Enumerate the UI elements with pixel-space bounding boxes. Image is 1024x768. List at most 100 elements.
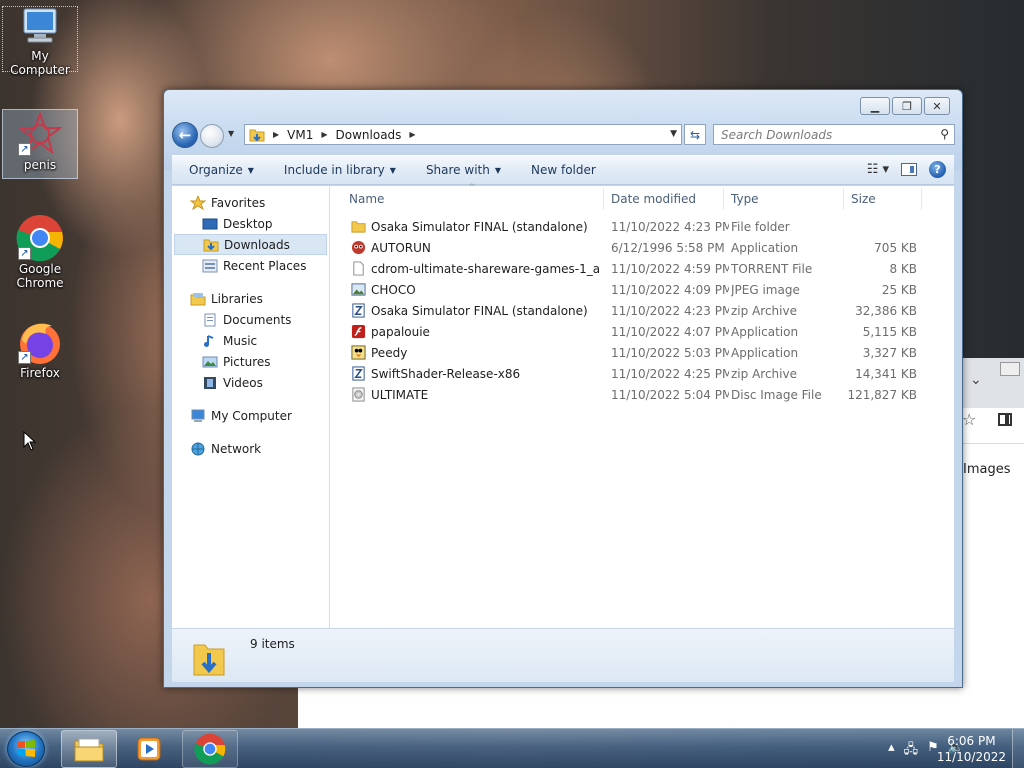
star-icon (189, 194, 207, 210)
include-in-library-menu[interactable]: Include in library ▼ (284, 163, 396, 177)
videos-icon (202, 376, 218, 390)
file-row[interactable]: Osaka Simulator FINAL (standalone) 11/10/… (331, 216, 954, 237)
search-icon[interactable]: ⚲ (940, 127, 949, 141)
chevron-down-icon[interactable]: ⌄ (970, 372, 982, 388)
file-row[interactable]: cdrom-ultimate-shareware-games-1_arc... 1… (331, 258, 954, 279)
file-row[interactable]: CHOCO 11/10/2022 4:09 PM JPEG image 25 KB (331, 279, 954, 300)
minimize-button[interactable] (1000, 362, 1020, 376)
nav-music[interactable]: Music (172, 330, 329, 351)
breadcrumb-downloads[interactable]: Downloads (336, 128, 402, 142)
file-name: cdrom-ultimate-shareware-games-1_arc... (371, 261, 601, 276)
search-input[interactable]: Search Downloads ⚲ (713, 124, 955, 145)
column-header-date[interactable]: Date modified (604, 188, 724, 210)
explorer-window[interactable]: ▁ ❐ ✕ ← ▼ ▶ VM1 ▶ Downloads ▶ ▼ ⇆ Search… (163, 89, 963, 688)
bookmark-star-icon[interactable]: ☆ (962, 410, 976, 429)
file-row[interactable]: ULTIMATE 11/10/2022 5:04 PM Disc Image Fil… (331, 384, 954, 405)
nav-downloads[interactable]: Downloads (174, 234, 327, 255)
nav-recent-places[interactable]: Recent Places (172, 255, 329, 276)
file-date: 11/10/2022 4:25 PM (611, 366, 729, 381)
nav-network[interactable]: Network (172, 438, 329, 459)
desktop-icon-chrome[interactable]: ↗ Google Chrome (2, 214, 78, 290)
file-size: 14,341 KB (855, 366, 917, 381)
nav-documents[interactable]: Documents (172, 309, 329, 330)
show-hidden-icons-icon[interactable]: ▴ (888, 740, 895, 762)
file-row[interactable]: papalouie 11/10/2022 4:07 PM Application 5,… (331, 321, 954, 342)
breadcrumb-vm1[interactable]: VM1 (287, 128, 313, 142)
nav-videos[interactable]: Videos (172, 372, 329, 393)
blank-file-icon (351, 261, 366, 276)
file-size: 3,327 KB (862, 345, 917, 360)
column-header-date-label: Date modified (611, 192, 697, 206)
taskbar-chrome-button[interactable] (182, 730, 238, 768)
navigation-pane[interactable]: Favorites Desktop Downloads Recent Place… (172, 186, 330, 628)
network-tray-icon[interactable]: 🖧 (904, 740, 919, 762)
images-link[interactable]: Images (963, 462, 1011, 477)
file-row[interactable]: AUTORUN 6/12/1996 5:58 PM Application 705 K… (331, 237, 954, 258)
file-size: 121,827 KB (847, 387, 917, 402)
nav-my-computer[interactable]: My Computer (172, 405, 329, 426)
desktop-icon-my-computer[interactable]: My Computer (2, 6, 78, 77)
help-icon[interactable]: ? (929, 161, 946, 178)
clock[interactable]: 6:06 PM 11/10/2022 (937, 733, 1006, 765)
new-folder-button[interactable]: New folder (531, 163, 596, 177)
file-list[interactable]: Name ^ Date modified Type Size Osaka Simu… (331, 183, 954, 628)
desktop-icon-label: My Computer (10, 49, 70, 77)
nav-desktop[interactable]: Desktop (172, 213, 329, 234)
nav-libraries[interactable]: Libraries (172, 288, 329, 309)
taskbar-explorer-button[interactable] (61, 730, 117, 768)
file-type: Application (731, 240, 799, 255)
nav-downloads-label: Downloads (224, 237, 290, 252)
network-icon (190, 442, 206, 456)
back-button[interactable]: ← (172, 122, 198, 148)
nav-libraries-label: Libraries (211, 291, 263, 306)
desktop-icon-firefox[interactable]: ↗ Firefox (2, 318, 78, 380)
recent-pages-dropdown[interactable]: ▼ (228, 129, 234, 138)
file-name: papalouie (371, 324, 430, 339)
share-with-menu[interactable]: Share with ▼ (426, 163, 501, 177)
address-bar[interactable]: ▶ VM1 ▶ Downloads ▶ ▼ (244, 124, 682, 145)
chrome-icon (194, 733, 226, 765)
file-date: 11/10/2022 4:07 PM (611, 324, 729, 339)
file-name: Osaka Simulator FINAL (standalone) (371, 219, 588, 234)
downloads-folder-icon (192, 637, 226, 676)
organize-label: Organize (189, 163, 243, 177)
nav-pictures[interactable]: Pictures (172, 351, 329, 372)
address-dropdown-icon[interactable]: ▼ (670, 129, 677, 139)
forward-button[interactable] (200, 124, 224, 148)
flash-icon (351, 324, 366, 339)
file-type: Disc Image File (731, 387, 822, 402)
change-view-icon[interactable]: ☷ ▾ (867, 162, 889, 177)
maximize-button[interactable]: ❐ (892, 97, 922, 115)
downloads-folder-icon (203, 238, 219, 252)
zip-icon (351, 303, 366, 318)
file-date: 11/10/2022 5:03 PM (611, 345, 729, 360)
breadcrumb-separator-icon: ▶ (409, 130, 416, 139)
desktop-icon-penis[interactable]: ↗ penis (2, 109, 78, 179)
preview-pane-icon[interactable] (901, 163, 917, 176)
address-row: ← ▼ ▶ VM1 ▶ Downloads ▶ ▼ ⇆ Search Downl… (172, 122, 955, 148)
close-button[interactable]: ✕ (924, 97, 950, 115)
file-row[interactable]: SwiftShader-Release-x86 11/10/2022 4:25 P… (331, 363, 954, 384)
file-date: 11/10/2022 4:23 PM (611, 303, 729, 318)
windows-logo-icon (17, 740, 35, 757)
pictures-icon (202, 355, 218, 369)
nav-favorites[interactable]: Favorites (172, 192, 329, 213)
column-header-name[interactable]: Name ^ (331, 183, 604, 210)
show-desktop-button[interactable] (1012, 729, 1024, 768)
clock-time: 6:06 PM (947, 734, 996, 748)
side-panel-icon[interactable] (998, 413, 1012, 426)
file-row[interactable]: Osaka Simulator FINAL (standalone) 11/10/… (331, 300, 954, 321)
taskbar-media-player-button[interactable] (121, 730, 177, 768)
column-header-type[interactable]: Type (724, 188, 844, 210)
file-row[interactable]: Peedy 11/10/2022 5:03 PM Application 3,327 … (331, 342, 954, 363)
refresh-button[interactable]: ⇆ (684, 124, 706, 145)
start-button[interactable] (7, 731, 45, 767)
explorer-icon (74, 738, 104, 762)
mouse-cursor-icon (23, 431, 37, 451)
desktop-icon-label: penis (23, 158, 57, 172)
organize-menu[interactable]: Organize ▼ (189, 163, 254, 177)
minimize-button[interactable]: ▁ (860, 97, 890, 115)
image-file-icon (351, 282, 366, 297)
file-type: TORRENT File (731, 261, 813, 276)
column-header-size[interactable]: Size (844, 188, 922, 210)
